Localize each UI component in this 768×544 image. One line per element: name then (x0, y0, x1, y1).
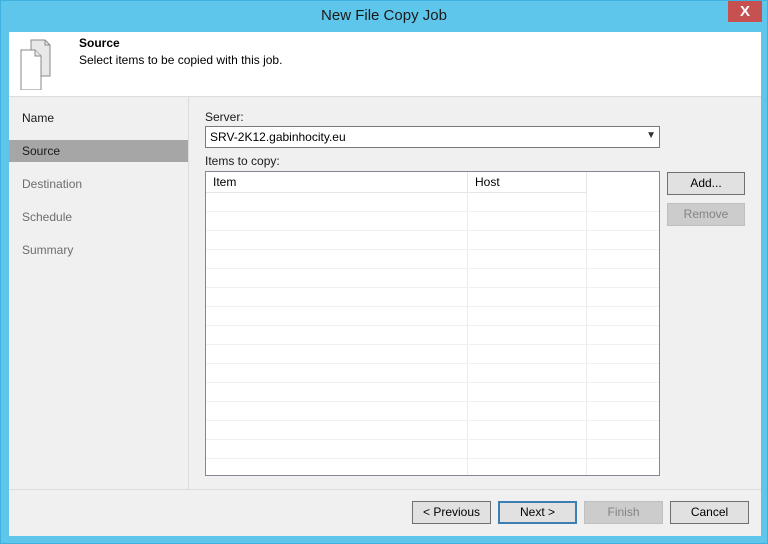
grid-row-line (206, 306, 659, 307)
items-label: Items to copy: (205, 154, 280, 168)
page-title: Source (79, 36, 120, 50)
grid-row-line (206, 249, 659, 250)
grid-row-line (206, 382, 659, 383)
server-select[interactable]: SRV-2K12.gabinhocity.eu ▼ (205, 126, 660, 148)
grid-row-line (206, 211, 659, 212)
document-copy-icon (20, 39, 51, 90)
grid-row-line (206, 420, 659, 421)
grid-divider (467, 192, 468, 475)
page-subtitle: Select items to be copied with this job. (79, 53, 283, 67)
wizard-window: New File Copy Job X Source Select items … (0, 0, 768, 544)
column-item[interactable]: Item (206, 172, 468, 192)
grid-row-line (206, 287, 659, 288)
previous-button[interactable]: < Previous (412, 501, 491, 524)
grid-row-line (206, 458, 659, 459)
server-label: Server: (205, 110, 244, 124)
column-host[interactable]: Host (468, 172, 587, 192)
step-summary: Summary (22, 243, 74, 257)
grid-row-line (206, 401, 659, 402)
items-grid[interactable]: Item Host (205, 171, 660, 476)
grid-row-line (206, 439, 659, 440)
window-title: New File Copy Job (321, 7, 447, 24)
step-destination: Destination (22, 177, 83, 191)
grid-row-line (206, 344, 659, 345)
remove-button[interactable]: Remove (667, 203, 745, 226)
step-name[interactable]: Name (9, 107, 188, 129)
grid-divider (586, 192, 587, 475)
next-button[interactable]: Next > (498, 501, 577, 524)
cancel-button[interactable]: Cancel (670, 501, 749, 524)
close-button[interactable]: X (728, 1, 762, 22)
add-button[interactable]: Add... (667, 172, 745, 195)
wizard-client: Source Select items to be copied with th… (9, 32, 761, 536)
step-source[interactable]: Source (9, 140, 188, 162)
step-schedule: Schedule (22, 210, 73, 224)
grid-row-line (206, 363, 659, 364)
wizard-header: Source Select items to be copied with th… (9, 32, 761, 97)
server-value: SRV-2K12.gabinhocity.eu (210, 130, 346, 144)
grid-header: Item Host (206, 172, 587, 193)
finish-button[interactable]: Finish (584, 501, 663, 524)
grid-row-line (206, 325, 659, 326)
title-bar[interactable]: New File Copy Job X (1, 1, 767, 31)
footer-divider (9, 489, 761, 490)
chevron-down-icon[interactable]: ▼ (646, 130, 656, 141)
grid-row-line (206, 268, 659, 269)
wizard-steps: Name Source Destination Schedule Summary (9, 97, 189, 489)
grid-row-line (206, 230, 659, 231)
